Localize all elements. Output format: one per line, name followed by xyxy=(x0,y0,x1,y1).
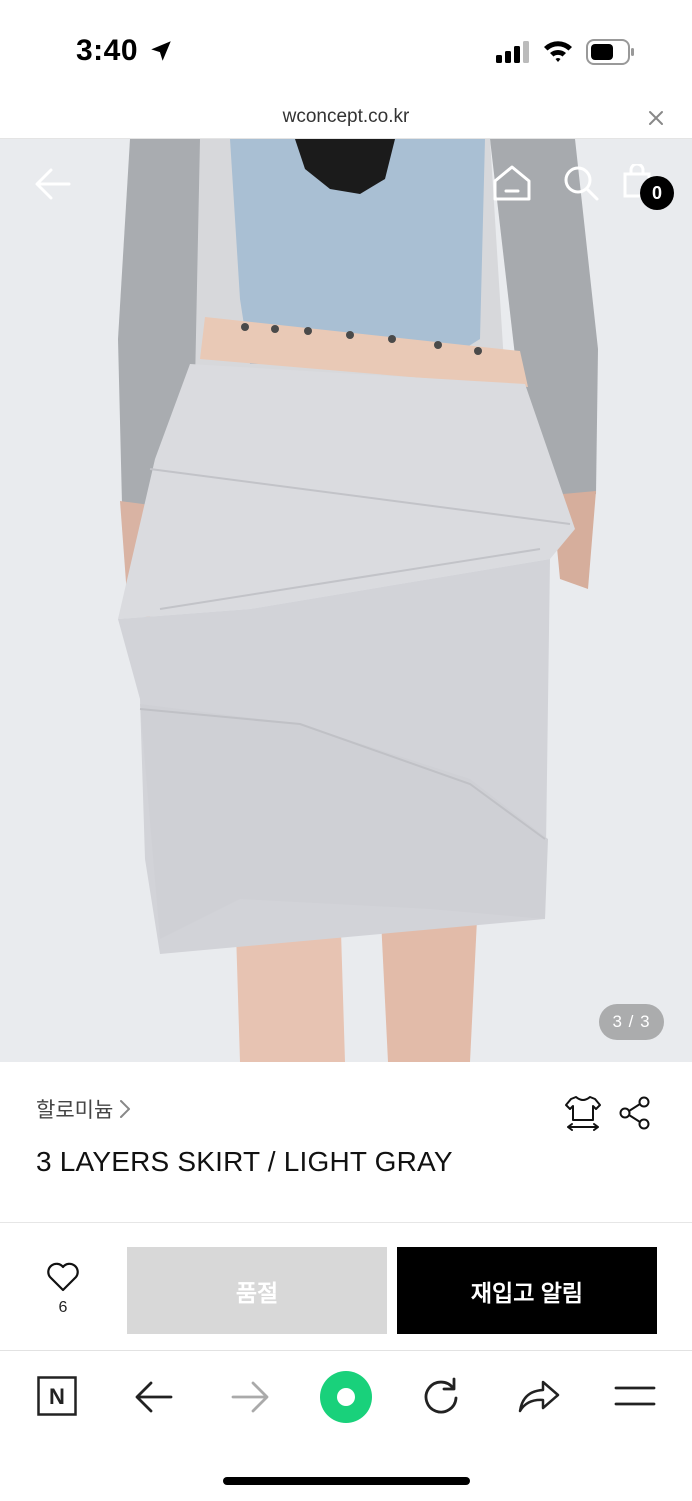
url-text: wconcept.co.kr xyxy=(282,106,410,127)
share-arrow-icon[interactable] xyxy=(517,1378,561,1414)
restock-alert-button[interactable]: 재입고 알림 xyxy=(397,1247,657,1334)
naver-green-dot-icon[interactable] xyxy=(319,1370,373,1424)
status-time: 3:40 xyxy=(76,34,139,67)
product-image-carousel[interactable]: 0 3 / 3 xyxy=(0,139,692,1062)
location-arrow-icon xyxy=(151,41,171,61)
sold-out-button[interactable]: 품절 xyxy=(127,1247,387,1334)
naver-letter: N xyxy=(49,1384,65,1409)
home-icon[interactable] xyxy=(492,164,532,202)
cart-count-badge[interactable]: 0 xyxy=(640,176,674,210)
refresh-icon[interactable] xyxy=(421,1376,461,1416)
heart-icon xyxy=(47,1262,79,1292)
brand-name: 할로미늄 xyxy=(36,1099,114,1122)
search-icon[interactable] xyxy=(562,164,600,202)
naver-n-icon: N xyxy=(37,1376,77,1416)
home-indicator xyxy=(223,1477,470,1485)
battery-icon xyxy=(586,39,634,65)
back-icon[interactable] xyxy=(134,1380,174,1414)
share-icon[interactable] xyxy=(618,1096,652,1130)
cellular-signal-icon xyxy=(496,41,529,63)
back-arrow-icon[interactable] xyxy=(34,166,72,202)
status-bar: 3:40 xyxy=(0,0,692,100)
naver-home-button[interactable]: N xyxy=(37,1376,77,1421)
size-guide-icon[interactable] xyxy=(564,1094,602,1132)
divider xyxy=(0,1222,692,1223)
wishlist-button[interactable]: 6 xyxy=(38,1262,88,1317)
wifi-icon xyxy=(544,41,572,62)
image-page-indicator: 3 / 3 xyxy=(599,1004,664,1040)
product-title: 3 LAYERS SKIRT / LIGHT GRAY xyxy=(36,1146,453,1177)
close-icon[interactable] xyxy=(646,108,666,128)
chevron-right-icon xyxy=(120,1100,131,1118)
wishlist-count: 6 xyxy=(58,1299,68,1316)
menu-icon[interactable] xyxy=(614,1384,656,1408)
forward-icon[interactable] xyxy=(230,1380,270,1414)
brand-link[interactable]: 할로미늄 xyxy=(36,1094,131,1124)
product-photo xyxy=(0,139,692,1062)
browser-url-bar[interactable]: wconcept.co.kr xyxy=(0,100,692,139)
